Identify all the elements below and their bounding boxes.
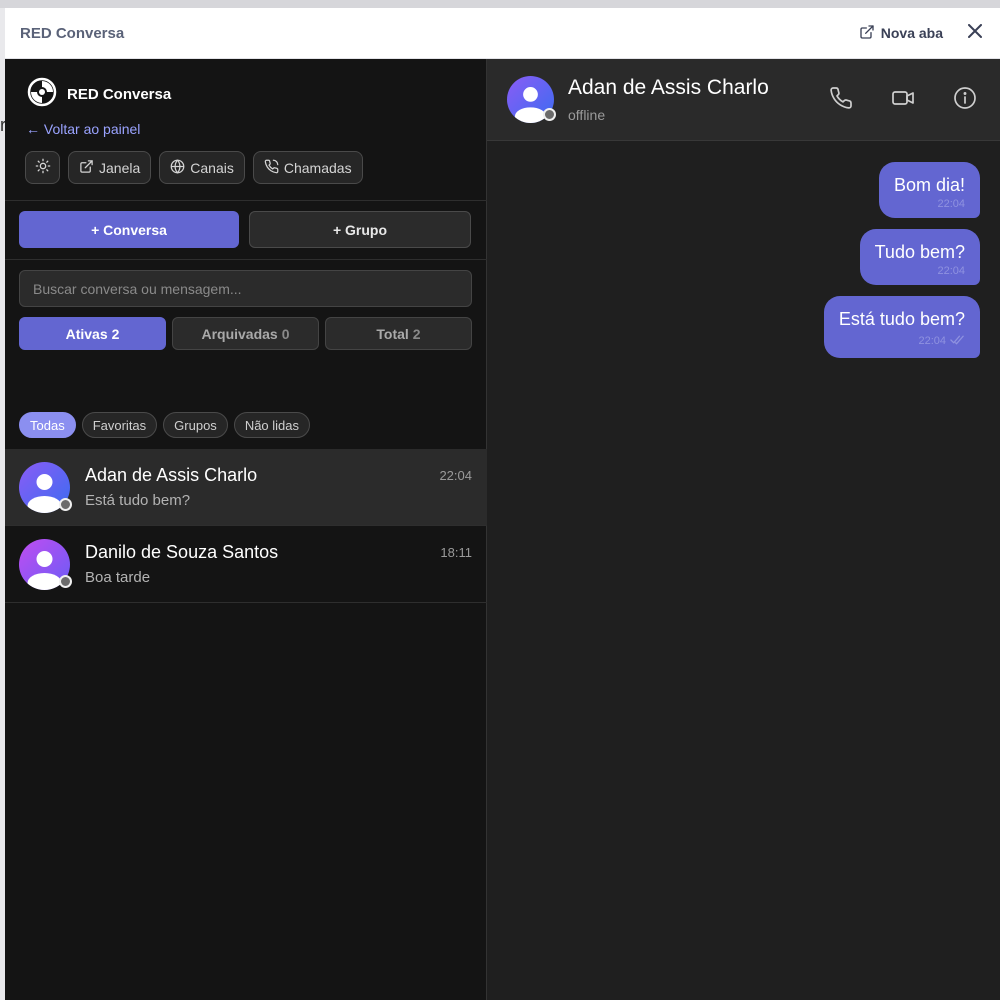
calls-button[interactable]: Chamadas	[252, 151, 363, 184]
info-icon	[953, 86, 977, 115]
message-bubble[interactable]: Tudo bem? 22:04	[859, 229, 980, 285]
segment-archived[interactable]: Arquivadas 0	[172, 317, 319, 350]
back-to-dashboard-link[interactable]: ← Voltar ao painel	[26, 121, 140, 137]
external-link-icon	[859, 24, 875, 43]
close-window-button[interactable]	[965, 23, 985, 43]
calls-label: Chamadas	[283, 159, 352, 176]
channels-button[interactable]: Canais	[159, 151, 245, 184]
segment-label: Total	[376, 325, 409, 342]
filter-chip-unread[interactable]: Não lidas	[233, 412, 311, 438]
message-list: Bom dia! 22:04 Tudo bem? 22:04 Está tudo…	[487, 141, 1000, 358]
window-body: RED Conversa ← Voltar ao painel Janela C…	[5, 59, 1000, 1000]
new-tab-button[interactable]: Nova aba	[859, 24, 943, 43]
filter-chip-groups[interactable]: Grupos	[163, 412, 228, 438]
double-check-icon	[950, 332, 965, 350]
conversation-preview: Boa tarde	[85, 569, 151, 586]
message-meta: 22:04	[839, 332, 965, 350]
phone-call-icon	[264, 159, 279, 177]
message-text: Está tudo bem?	[838, 309, 965, 329]
conversation-segments: Ativas 2 Arquivadas 0 Total 2	[19, 317, 472, 350]
voice-call-button[interactable]	[828, 86, 854, 115]
open-window-button[interactable]: Janela	[68, 151, 152, 184]
globe-icon	[170, 158, 185, 177]
conversation-time: 18:11	[440, 545, 472, 560]
external-link-icon	[79, 159, 94, 177]
status-dot	[543, 108, 556, 121]
message-meta: 22:04	[894, 198, 965, 210]
conversation-item[interactable]: Danilo de Souza Santos 18:11 Boa tarde	[5, 526, 487, 603]
sidebar-toolbar: Janela Canais Chamadas	[25, 151, 363, 184]
new-tab-label: Nova aba	[880, 25, 943, 41]
message-bubble[interactable]: Está tudo bem? 22:04	[823, 296, 980, 358]
video-call-button[interactable]	[890, 87, 916, 113]
message-time: 22:04	[937, 265, 965, 277]
segment-label: Ativas	[65, 325, 108, 342]
open-window-label: Janela	[99, 159, 141, 176]
contact-avatar[interactable]	[507, 76, 556, 123]
phone-icon	[829, 86, 853, 115]
filter-chip-favorites[interactable]: Favoritas	[81, 412, 158, 438]
filter-chip-all[interactable]: Todas	[19, 412, 76, 438]
filter-chips: Todas Favoritas Grupos Não lidas	[19, 412, 311, 438]
contact-status: offline	[568, 107, 606, 123]
message-time: 22:04	[918, 335, 946, 347]
segment-count: 0	[281, 325, 290, 342]
avatar	[19, 462, 72, 513]
contact-name: Adan de Assis Charlo	[568, 76, 769, 99]
status-dot	[59, 575, 72, 588]
window-title: RED Conversa	[20, 24, 125, 42]
close-icon	[968, 23, 982, 43]
conversation-name: Danilo de Souza Santos	[85, 542, 279, 562]
brand-logo-icon	[27, 77, 57, 112]
message-text: Bom dia!	[893, 175, 965, 195]
contact-info-button[interactable]	[952, 86, 978, 115]
conversation-time: 22:04	[439, 468, 472, 483]
video-camera-icon	[891, 86, 915, 115]
conversation-item[interactable]: Adan de Assis Charlo 22:04 Está tudo bem…	[5, 449, 487, 526]
chat-header: Adan de Assis Charlo offline	[487, 59, 1000, 141]
theme-toggle-button[interactable]	[25, 151, 60, 184]
segment-label: Arquivadas	[201, 325, 278, 342]
new-conversation-button[interactable]: + Conversa	[19, 211, 239, 248]
conversation-name: Adan de Assis Charlo	[85, 465, 258, 485]
divider	[5, 200, 487, 201]
search-input[interactable]	[19, 270, 472, 307]
segment-total[interactable]: Total 2	[325, 317, 472, 350]
segment-count: 2	[412, 325, 421, 342]
status-dot	[59, 498, 72, 511]
new-group-button[interactable]: + Grupo	[249, 211, 471, 248]
segment-active[interactable]: Ativas 2	[19, 317, 166, 350]
segment-count: 2	[111, 325, 120, 342]
avatar	[19, 539, 72, 590]
divider	[5, 259, 487, 260]
conversation-sidebar: RED Conversa ← Voltar ao painel Janela C…	[5, 59, 487, 1000]
brand: RED Conversa	[27, 77, 171, 112]
chat-window: RED Conversa Nova aba RED Conversa ← Vol…	[5, 8, 1000, 1000]
message-meta: 22:04	[875, 265, 965, 277]
message-bubble[interactable]: Bom dia! 22:04	[878, 162, 980, 218]
conversation-list: Adan de Assis Charlo 22:04 Está tudo bem…	[5, 449, 487, 603]
chat-header-actions	[828, 86, 978, 115]
browser-background-strip	[0, 0, 1000, 8]
sidebar-actions: + Conversa + Grupo	[19, 211, 471, 248]
message-time: 22:04	[937, 198, 965, 210]
chat-panel: Adan de Assis Charlo offline Bom dia! 22…	[487, 59, 1000, 1000]
message-text: Tudo bem?	[874, 242, 965, 262]
conversation-preview: Está tudo bem?	[85, 492, 191, 509]
channels-label: Canais	[190, 159, 234, 176]
window-titlebar: RED Conversa Nova aba	[5, 8, 1000, 59]
brand-name: RED Conversa	[67, 86, 172, 103]
sun-icon	[35, 158, 51, 177]
